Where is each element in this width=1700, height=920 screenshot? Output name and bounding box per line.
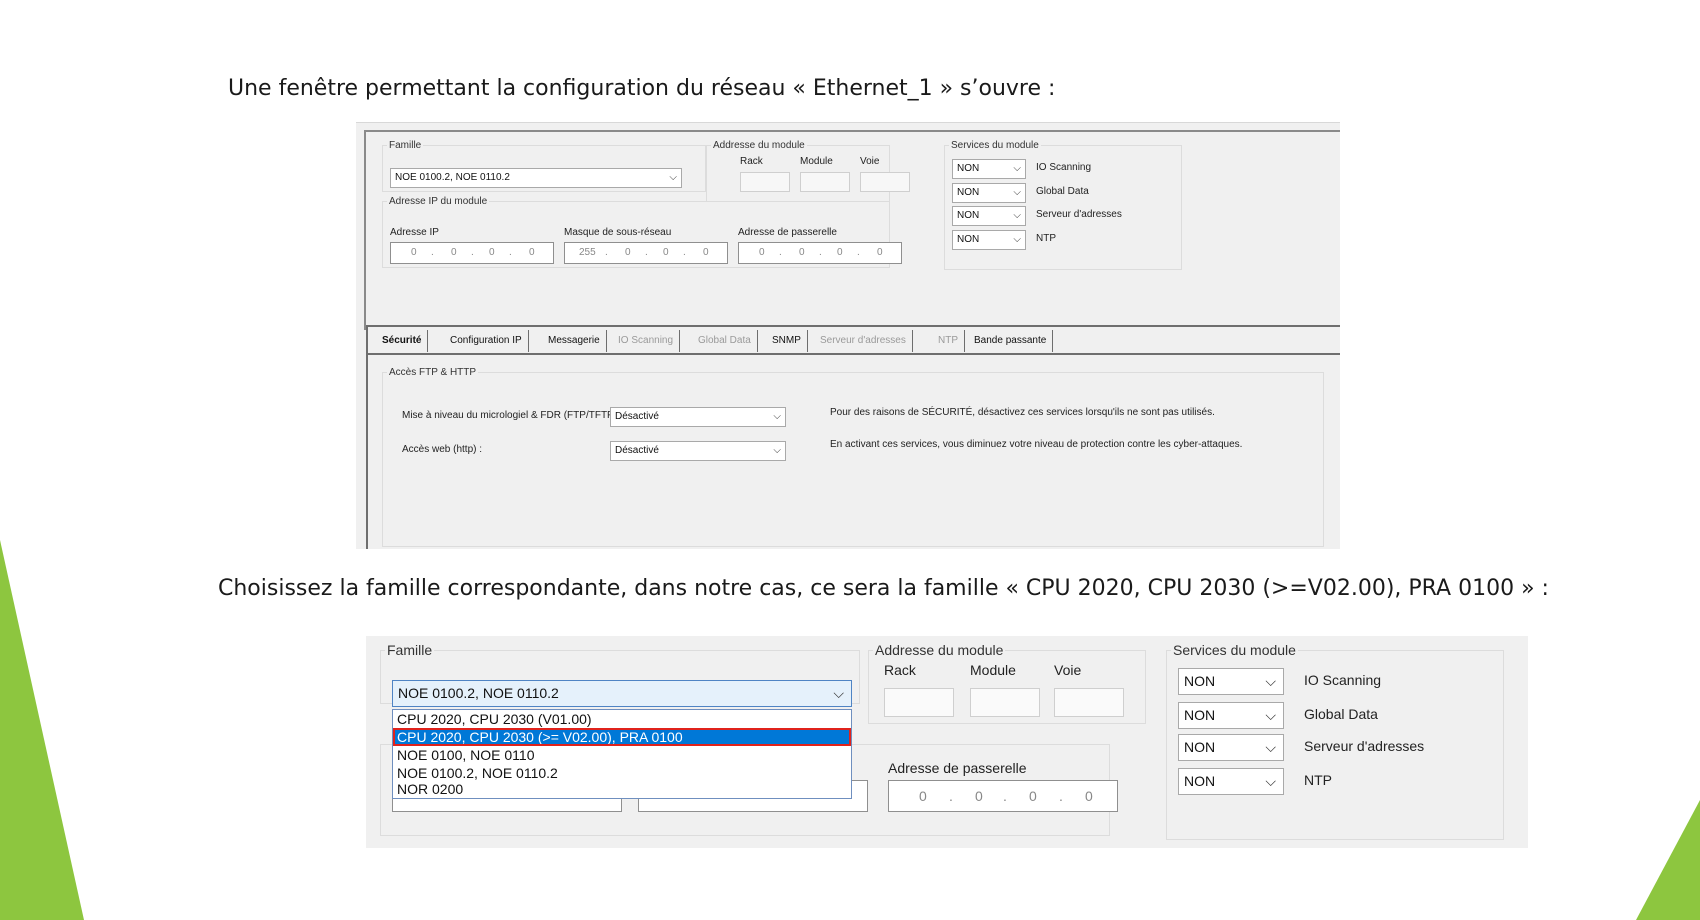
ntp-combo[interactable]: NON ⌵: [952, 230, 1026, 250]
module-field[interactable]: [800, 172, 850, 192]
caption-choose-family: Choisissez la famille correspondante, da…: [218, 576, 1549, 601]
famille-dropdown-list: CPU 2020, CPU 2030 (V01.00) CPU 2020, CP…: [392, 709, 852, 799]
services-legend-zoomed: Services du module: [1173, 642, 1296, 658]
tab-io-scanning: IO Scanning: [612, 330, 681, 352]
subnet-mask-input[interactable]: 255. 0. 0. 0: [564, 242, 728, 264]
web-access-label: Accès web (http) :: [402, 444, 483, 455]
chevron-down-icon: ⌵: [1265, 707, 1276, 723]
ntp-combo-zoomed[interactable]: NON ⌵: [1178, 768, 1284, 795]
voie-label-zoomed: Voie: [1054, 662, 1082, 678]
io-scanning-label-zoomed: IO Scanning: [1304, 672, 1382, 688]
chevron-down-icon: ⌵: [1265, 773, 1276, 789]
voie-field[interactable]: [860, 172, 910, 192]
chevron-down-icon: ⌵: [1013, 187, 1021, 198]
ntp-label: NTP: [1036, 233, 1056, 244]
global-data-label-zoomed: Global Data: [1304, 706, 1378, 722]
web-access-combo[interactable]: Désactivé ⌵: [610, 441, 786, 461]
firmware-upgrade-label: Mise à niveau du micrologiel & FDR (FTP/…: [402, 410, 620, 421]
ip-address-input[interactable]: 0. 0. 0. 0: [390, 242, 554, 264]
module-address-legend-zoomed: Addresse du module: [875, 642, 1004, 658]
voie-field-zoomed[interactable]: [1054, 688, 1124, 717]
subnet-mask-label: Masque de sous-réseau: [564, 227, 672, 238]
module-label-zoomed: Module: [970, 662, 1016, 678]
global-data-label: Global Data: [1036, 186, 1089, 197]
famille-option[interactable]: CPU 2020, CPU 2030 (V01.00): [393, 710, 851, 728]
ftp-http-legend: Accès FTP & HTTP: [389, 367, 477, 378]
security-note-1: Pour des raisons de SÉCURITÉ, désactivez…: [830, 407, 1215, 418]
famille-label-zoomed: Famille: [387, 642, 433, 658]
gateway-input[interactable]: 0. 0. 0. 0: [738, 242, 902, 264]
ntp-label-zoomed: NTP: [1304, 772, 1332, 788]
rack-label-zoomed: Rack: [884, 662, 916, 678]
tab-bande-passante[interactable]: Bande passante: [968, 330, 1054, 352]
rack-field-zoomed[interactable]: [884, 688, 954, 717]
tab-securite[interactable]: Sécurité: [376, 330, 429, 352]
famille-option[interactable]: NOR 0200: [393, 780, 851, 798]
ip-group-label: Adresse IP du module: [389, 196, 488, 207]
chevron-down-icon: ⌵: [669, 172, 677, 183]
rack-field[interactable]: [740, 172, 790, 192]
address-server-label-zoomed: Serveur d'adresses: [1304, 738, 1425, 754]
global-data-combo-zoomed[interactable]: NON ⌵: [1178, 702, 1284, 729]
chevron-down-icon: ⌵: [1265, 739, 1276, 755]
voie-label: Voie: [860, 156, 880, 167]
chevron-down-icon: ⌵: [1013, 234, 1021, 245]
tab-messagerie[interactable]: Messagerie: [542, 330, 607, 352]
io-scanning-label: IO Scanning: [1036, 162, 1092, 173]
chevron-down-icon: ⌵: [773, 445, 781, 456]
tab-global-data: Global Data: [692, 330, 758, 352]
ethernet-config-window: Famille NOE 0100.2, NOE 0110.2 ⌵ Address…: [356, 122, 1340, 549]
firmware-upgrade-combo[interactable]: Désactivé ⌵: [610, 407, 786, 427]
address-server-label: Serveur d'adresses: [1036, 209, 1122, 220]
gateway-input-zoomed[interactable]: 0. 0. 0. 0: [888, 780, 1118, 812]
caption-intro: Une fenêtre permettant la configuration …: [228, 76, 1056, 101]
slide-decoration-left: [0, 540, 84, 920]
ftp-http-group: Accès FTP & HTTP: [382, 367, 1324, 547]
tab-snmp[interactable]: SNMP: [766, 330, 808, 352]
address-server-combo-zoomed[interactable]: NON ⌵: [1178, 734, 1284, 761]
family-dropdown-window: Famille NOE 0100.2, NOE 0110.2 ⌵ Adresse…: [366, 636, 1528, 848]
module-label: Module: [800, 156, 833, 167]
chevron-down-icon: ⌵: [1265, 673, 1276, 689]
module-address-legend: Addresse du module: [713, 140, 805, 151]
tab-ntp: NTP: [932, 330, 965, 352]
tab-panel: Sécurité Configuration IP Messagerie IO …: [366, 325, 1340, 549]
services-legend: Services du module: [951, 140, 1039, 151]
famille-combo[interactable]: NOE 0100.2, NOE 0110.2 ⌵: [390, 168, 682, 188]
chevron-down-icon: ⌵: [773, 411, 781, 422]
tab-serveur-adresses: Serveur d'adresses: [814, 330, 913, 352]
tab-configuration-ip[interactable]: Configuration IP: [444, 330, 529, 352]
gateway-label-zoomed: Adresse de passerelle: [888, 760, 1027, 776]
famille-label: Famille: [389, 140, 422, 151]
chevron-down-icon: ⌵: [1013, 163, 1021, 174]
famille-combo-zoomed[interactable]: NOE 0100.2, NOE 0110.2 ⌵: [392, 680, 852, 707]
famille-option[interactable]: NOE 0100, NOE 0110: [393, 746, 851, 764]
global-data-combo[interactable]: NON ⌵: [952, 183, 1026, 203]
ip-address-label: Adresse IP: [390, 227, 439, 238]
module-field-zoomed[interactable]: [970, 688, 1040, 717]
address-server-combo[interactable]: NON ⌵: [952, 206, 1026, 226]
gateway-label: Adresse de passerelle: [738, 227, 837, 238]
famille-value: NOE 0100.2, NOE 0110.2: [395, 172, 510, 183]
chevron-down-icon: ⌵: [833, 685, 844, 701]
chevron-down-icon: ⌵: [1013, 210, 1021, 221]
io-scanning-combo[interactable]: NON ⌵: [952, 159, 1026, 179]
slide-decoration-right: [1636, 800, 1700, 920]
io-scanning-combo-zoomed[interactable]: NON ⌵: [1178, 668, 1284, 695]
security-note-2: En activant ces services, vous diminuez …: [830, 439, 1243, 450]
module-settings-panel: Famille NOE 0100.2, NOE 0110.2 ⌵ Address…: [364, 130, 1340, 330]
tab-divider: [368, 353, 1340, 355]
module-address-group: Addresse du module: [706, 140, 890, 202]
famille-option-highlighted[interactable]: CPU 2020, CPU 2030 (>= V02.00), PRA 0100: [393, 728, 851, 746]
rack-label: Rack: [740, 156, 763, 167]
